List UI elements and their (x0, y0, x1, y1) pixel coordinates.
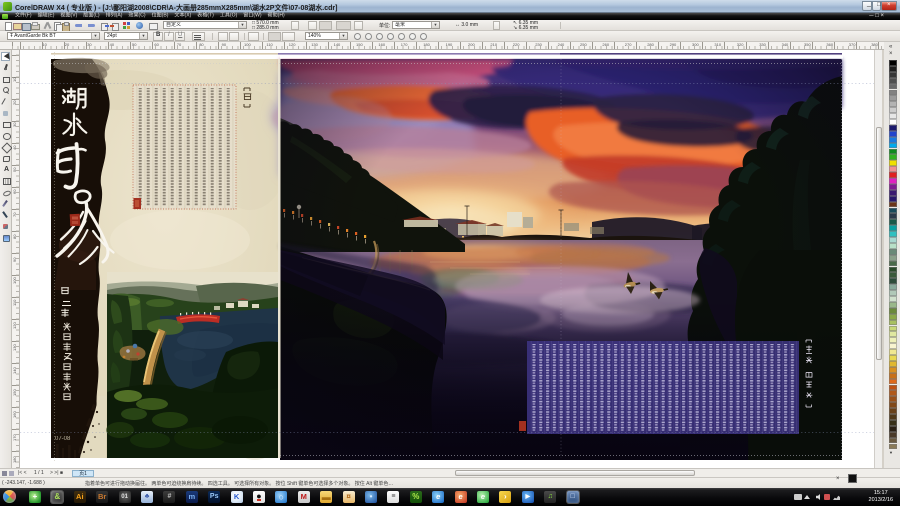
svg-text:07-08: 07-08 (55, 436, 71, 442)
